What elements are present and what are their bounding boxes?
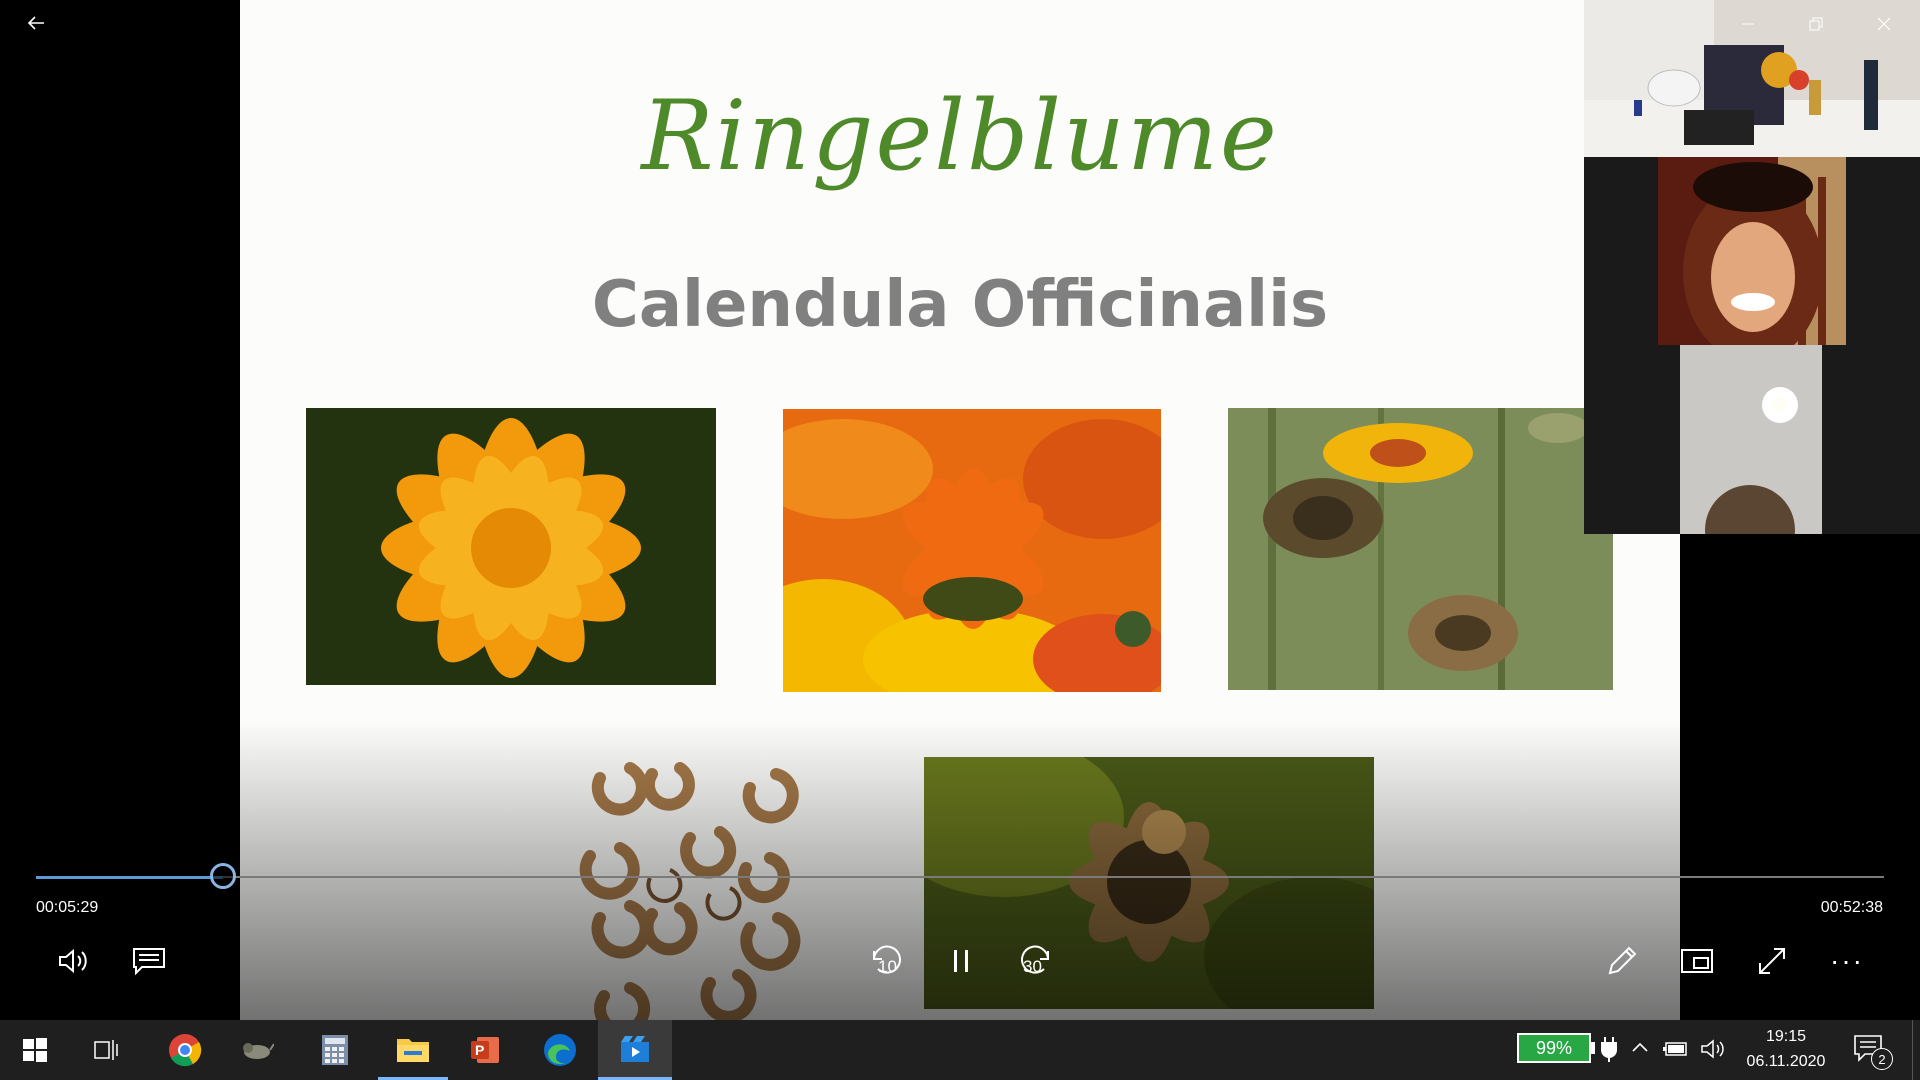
edge-icon bbox=[544, 1034, 576, 1066]
chrome-icon bbox=[169, 1034, 202, 1067]
file-explorer-icon bbox=[397, 1038, 429, 1062]
rewind-10-button[interactable]: 10 bbox=[862, 937, 910, 985]
battery-saver-icon bbox=[1663, 1042, 1687, 1056]
battery-indicator[interactable]: 99% bbox=[1517, 1033, 1591, 1063]
powerpoint-icon: P bbox=[471, 1037, 499, 1063]
photo-marigold-close-up bbox=[306, 408, 716, 685]
photo-dried-seed-head bbox=[924, 757, 1374, 1009]
chevron-up-icon bbox=[1632, 1042, 1648, 1052]
show-desktop-button[interactable] bbox=[1912, 1020, 1920, 1080]
cat-app-icon bbox=[243, 1043, 274, 1059]
taskbar-edge[interactable] bbox=[525, 1020, 595, 1080]
more-button[interactable]: ··· bbox=[1823, 937, 1871, 985]
presentation-slide: Ringelblume Calendula Officinalis bbox=[240, 0, 1680, 1020]
photo-marigold-seed-heads bbox=[1228, 408, 1613, 690]
volume-icon bbox=[59, 948, 87, 974]
photo-orange-marigold-field bbox=[783, 409, 1161, 692]
participant-video-woman[interactable] bbox=[1658, 157, 1846, 362]
draw-button[interactable] bbox=[1598, 937, 1646, 985]
close-icon bbox=[1877, 17, 1891, 31]
power-plug-button[interactable] bbox=[1600, 1036, 1618, 1067]
slide-subtitle: Calendula Officinalis bbox=[591, 268, 1329, 342]
pen-icon bbox=[1608, 946, 1637, 975]
mini-view-icon bbox=[1681, 949, 1713, 973]
clock-time[interactable]: 19:15 bbox=[1745, 1028, 1827, 1046]
restore-icon bbox=[1809, 17, 1823, 31]
minimize-icon bbox=[1742, 23, 1754, 25]
taskbar-movies-tv[interactable] bbox=[598, 1020, 672, 1080]
taskbar-file-explorer[interactable] bbox=[378, 1020, 448, 1080]
restore-button[interactable] bbox=[1782, 0, 1850, 48]
photo-calendula-seeds bbox=[540, 738, 840, 1020]
speaker-icon bbox=[1701, 1039, 1724, 1059]
clock-date[interactable]: 06.11.2020 bbox=[1737, 1053, 1835, 1071]
power-plug-icon bbox=[1601, 1037, 1617, 1062]
fullscreen-icon bbox=[1759, 948, 1785, 974]
taskbar-cat-app[interactable] bbox=[222, 1020, 292, 1080]
movies-tv-icon bbox=[621, 1035, 649, 1062]
svg-text:P: P bbox=[475, 1042, 484, 1058]
seek-thumb[interactable] bbox=[209, 863, 236, 889]
mini-view-button[interactable] bbox=[1673, 937, 1721, 985]
captions-button[interactable] bbox=[125, 937, 173, 985]
fullscreen-button[interactable] bbox=[1748, 937, 1796, 985]
task-view-icon bbox=[94, 1040, 118, 1060]
pause-button[interactable] bbox=[937, 937, 985, 985]
start-button[interactable] bbox=[0, 1020, 70, 1080]
taskbar-chrome[interactable] bbox=[150, 1020, 220, 1080]
speaker-button[interactable] bbox=[1700, 1038, 1726, 1065]
participant-video-panel bbox=[1584, 0, 1920, 575]
notification-count-badge: 2 bbox=[1871, 1048, 1893, 1070]
calculator-icon bbox=[322, 1035, 348, 1065]
seek-progress bbox=[36, 876, 223, 879]
elapsed-time: 00:05:29 bbox=[36, 899, 99, 916]
minimize-button[interactable] bbox=[1714, 0, 1782, 48]
show-hidden-icons-button[interactable] bbox=[1630, 1038, 1650, 1063]
battery-saver-button[interactable] bbox=[1663, 1040, 1689, 1063]
back-arrow-icon bbox=[27, 16, 44, 30]
captions-icon bbox=[133, 948, 165, 975]
notifications-button[interactable]: 2 bbox=[1853, 1034, 1893, 1070]
pause-icon bbox=[954, 950, 968, 972]
taskbar: P 99% 19:15 06.11.2020 2 bbox=[0, 1020, 1920, 1080]
task-view-button[interactable] bbox=[72, 1020, 142, 1080]
participant-video-ceiling[interactable] bbox=[1680, 345, 1822, 575]
more-icon: ··· bbox=[1830, 945, 1864, 976]
seek-bar[interactable] bbox=[36, 876, 1884, 878]
forward-30-button[interactable]: 30 bbox=[1012, 937, 1060, 985]
slide-title: Ringelblume bbox=[641, 80, 1279, 192]
volume-button[interactable] bbox=[50, 937, 98, 985]
windows-start-icon bbox=[23, 1038, 47, 1062]
back-button[interactable] bbox=[12, 0, 60, 46]
close-button[interactable] bbox=[1850, 0, 1918, 48]
taskbar-calculator[interactable] bbox=[300, 1020, 370, 1080]
battery-icon bbox=[1591, 1042, 1595, 1054]
taskbar-powerpoint[interactable]: P bbox=[450, 1020, 520, 1080]
total-time: 00:52:38 bbox=[1820, 899, 1883, 916]
